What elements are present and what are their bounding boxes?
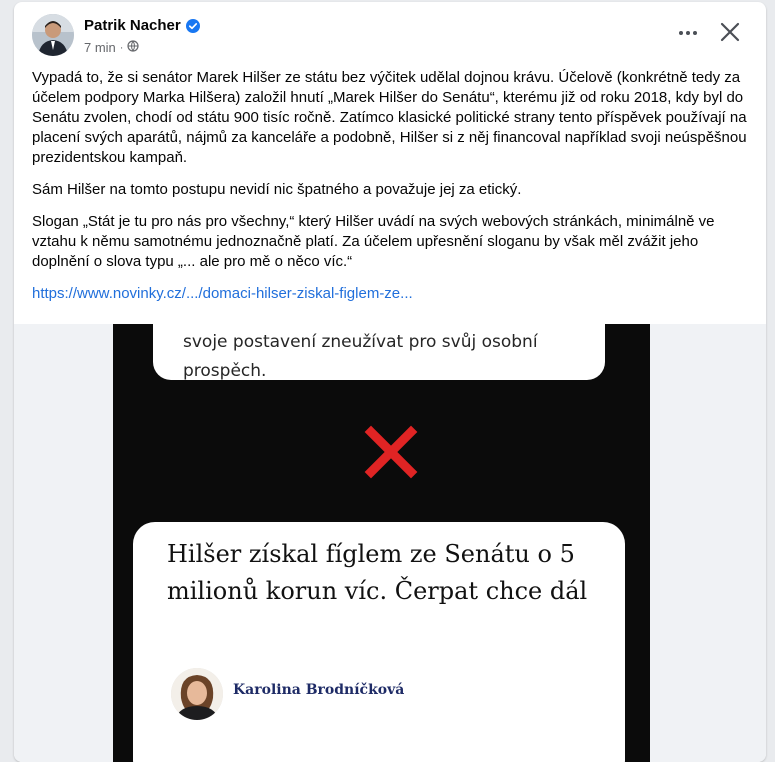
- article-link[interactable]: https://www.novinky.cz/.../domaci-hilser…: [32, 285, 413, 302]
- reporter-name: Karolina Brodníčková: [233, 682, 405, 698]
- close-icon[interactable]: [716, 18, 744, 46]
- post-body: Vypadá to, že si senátor Marek Hilšer ze…: [32, 68, 752, 304]
- post-image[interactable]: svoje postavení zneužívat pro svůj osobn…: [14, 324, 766, 762]
- article-title: Hilšer získal fíglem ze Senátu o 5 milio…: [167, 540, 588, 605]
- verified-badge-icon: [185, 18, 200, 33]
- previous-card-text: svoje postavení zneužívat pro svůj osobn…: [183, 328, 538, 386]
- post-meta: 7 min ·: [84, 40, 140, 55]
- shared-screenshot[interactable]: svoje postavení zneužívat pro svůj osobn…: [113, 324, 650, 762]
- separator-dot: ·: [119, 41, 124, 54]
- reporter-avatar: [171, 668, 223, 720]
- author-name[interactable]: Patrik Nacher: [84, 17, 181, 34]
- previous-card-line: prospěch.: [183, 361, 267, 381]
- author-avatar[interactable]: [32, 14, 74, 56]
- article-card: Hilšer získal fíglem ze Senátu o 5 milio…: [133, 522, 625, 762]
- post-card: Patrik Nacher 7 min · Vypadá to, že si s…: [14, 2, 766, 762]
- previous-card: svoje postavení zneužívat pro svůj osobn…: [153, 324, 605, 381]
- author-row: Patrik Nacher: [84, 17, 200, 34]
- post-paragraph: Vypadá to, že si senátor Marek Hilšer ze…: [32, 69, 747, 166]
- post-paragraph: Sám Hilšer na tomto postupu nevidí nic š…: [32, 181, 522, 198]
- post-paragraph: Slogan „Stát je tu pro nás pro všechny,“…: [32, 213, 715, 270]
- red-x-icon: [363, 424, 419, 480]
- post-header: Patrik Nacher 7 min ·: [14, 2, 766, 62]
- more-options-icon[interactable]: [672, 19, 704, 47]
- globe-icon[interactable]: [127, 40, 140, 55]
- previous-card-line: svoje postavení zneužívat pro svůj osobn…: [183, 332, 538, 352]
- post-time[interactable]: 7 min: [84, 40, 116, 55]
